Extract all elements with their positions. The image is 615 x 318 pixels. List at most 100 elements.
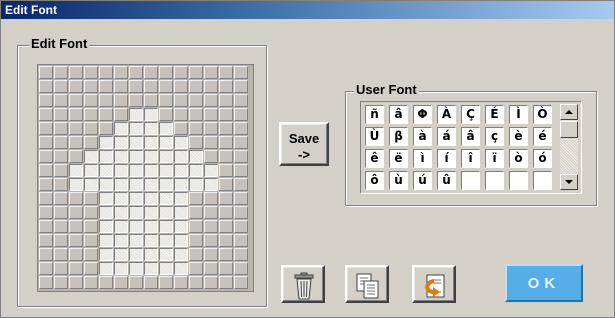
pixel-cell[interactable]	[39, 150, 53, 163]
pixel-cell[interactable]	[234, 150, 248, 163]
pixel-cell[interactable]	[219, 276, 233, 289]
pixel-edit-grid[interactable]	[37, 64, 254, 292]
delete-button[interactable]	[281, 265, 325, 303]
pixel-cell[interactable]	[234, 192, 248, 205]
pixel-cell[interactable]	[234, 136, 248, 149]
pixel-cell[interactable]	[159, 164, 173, 177]
pixel-cell[interactable]	[144, 248, 158, 261]
user-font-char-cell[interactable]	[533, 171, 552, 190]
pixel-cell[interactable]	[114, 192, 128, 205]
pixel-cell[interactable]	[204, 234, 218, 247]
pixel-cell[interactable]	[99, 122, 113, 135]
pixel-cell[interactable]	[159, 94, 173, 107]
pixel-cell[interactable]	[39, 66, 53, 79]
pixel-cell[interactable]	[114, 234, 128, 247]
scroll-down-button[interactable]	[560, 174, 578, 190]
pixel-cell[interactable]	[129, 276, 143, 289]
pixel-cell[interactable]	[69, 220, 83, 233]
pixel-cell[interactable]	[219, 234, 233, 247]
pixel-cell[interactable]	[129, 206, 143, 219]
pixel-cell[interactable]	[174, 164, 188, 177]
pixel-cell[interactable]	[144, 108, 158, 121]
user-font-char-cell[interactable]: û	[437, 171, 456, 190]
user-font-char-cell[interactable]: β	[389, 127, 408, 146]
user-font-char-cell[interactable]: Ò	[533, 105, 552, 124]
pixel-cell[interactable]	[39, 164, 53, 177]
pixel-cell[interactable]	[129, 164, 143, 177]
pixel-cell[interactable]	[54, 192, 68, 205]
pixel-cell[interactable]	[189, 150, 203, 163]
pixel-cell[interactable]	[189, 192, 203, 205]
pixel-cell[interactable]	[159, 178, 173, 191]
pixel-cell[interactable]	[204, 192, 218, 205]
pixel-cell[interactable]	[219, 122, 233, 135]
pixel-cell[interactable]	[144, 192, 158, 205]
pixel-cell[interactable]	[39, 80, 53, 93]
pixel-cell[interactable]	[159, 248, 173, 261]
pixel-cell[interactable]	[189, 122, 203, 135]
pixel-cell[interactable]	[54, 80, 68, 93]
pixel-cell[interactable]	[99, 66, 113, 79]
pixel-cell[interactable]	[219, 164, 233, 177]
user-font-char-cell[interactable]: ç	[485, 127, 504, 146]
pixel-cell[interactable]	[39, 192, 53, 205]
pixel-cell[interactable]	[219, 108, 233, 121]
pixel-cell[interactable]	[189, 164, 203, 177]
pixel-cell[interactable]	[234, 220, 248, 233]
user-font-char-cell[interactable]: É	[485, 105, 504, 124]
pixel-cell[interactable]	[99, 262, 113, 275]
pixel-cell[interactable]	[84, 220, 98, 233]
pixel-cell[interactable]	[69, 80, 83, 93]
pixel-cell[interactable]	[159, 108, 173, 121]
pixel-cell[interactable]	[54, 234, 68, 247]
user-font-char-cell[interactable]	[461, 171, 480, 190]
pixel-cell[interactable]	[69, 192, 83, 205]
pixel-cell[interactable]	[204, 136, 218, 149]
pixel-cell[interactable]	[84, 108, 98, 121]
pixel-cell[interactable]	[204, 262, 218, 275]
pixel-cell[interactable]	[54, 108, 68, 121]
pixel-cell[interactable]	[204, 220, 218, 233]
user-font-char-cell[interactable]: ê	[365, 149, 384, 168]
pixel-cell[interactable]	[114, 122, 128, 135]
pixel-cell[interactable]	[144, 178, 158, 191]
pixel-cell[interactable]	[99, 178, 113, 191]
pixel-cell[interactable]	[189, 178, 203, 191]
pixel-cell[interactable]	[84, 262, 98, 275]
pixel-cell[interactable]	[114, 150, 128, 163]
pixel-cell[interactable]	[174, 248, 188, 261]
pixel-cell[interactable]	[129, 234, 143, 247]
pixel-cell[interactable]	[84, 150, 98, 163]
pixel-cell[interactable]	[114, 248, 128, 261]
user-font-char-cell[interactable]: ù	[389, 171, 408, 190]
pixel-cell[interactable]	[174, 206, 188, 219]
user-font-char-cell[interactable]: è	[509, 127, 528, 146]
pixel-cell[interactable]	[39, 122, 53, 135]
pixel-cell[interactable]	[174, 150, 188, 163]
user-font-char-cell[interactable]: à	[413, 127, 432, 146]
pixel-cell[interactable]	[69, 122, 83, 135]
pixel-cell[interactable]	[114, 80, 128, 93]
pixel-cell[interactable]	[114, 108, 128, 121]
pixel-cell[interactable]	[189, 220, 203, 233]
pixel-cell[interactable]	[99, 164, 113, 177]
pixel-cell[interactable]	[189, 94, 203, 107]
pixel-cell[interactable]	[54, 164, 68, 177]
pixel-cell[interactable]	[39, 248, 53, 261]
pixel-cell[interactable]	[39, 276, 53, 289]
pixel-cell[interactable]	[144, 234, 158, 247]
pixel-cell[interactable]	[234, 206, 248, 219]
pixel-cell[interactable]	[39, 178, 53, 191]
pixel-cell[interactable]	[234, 262, 248, 275]
pixel-cell[interactable]	[114, 276, 128, 289]
pixel-cell[interactable]	[39, 136, 53, 149]
pixel-cell[interactable]	[114, 220, 128, 233]
pixel-cell[interactable]	[204, 66, 218, 79]
user-font-char-cell[interactable]: ï	[485, 149, 504, 168]
pixel-cell[interactable]	[159, 192, 173, 205]
pixel-cell[interactable]	[129, 150, 143, 163]
pixel-cell[interactable]	[54, 66, 68, 79]
pixel-cell[interactable]	[84, 94, 98, 107]
pixel-cell[interactable]	[114, 136, 128, 149]
pixel-cell[interactable]	[114, 94, 128, 107]
